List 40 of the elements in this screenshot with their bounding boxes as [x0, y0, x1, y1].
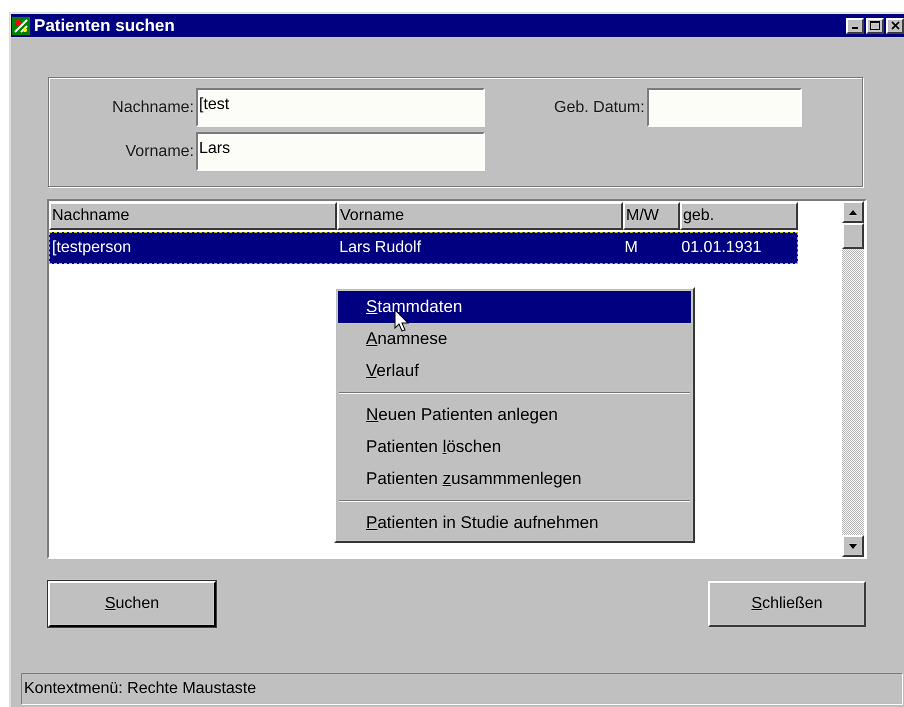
menu-item[interactable]: Anamnese [338, 323, 691, 355]
column-header[interactable]: Nachname [49, 202, 337, 230]
date-field[interactable] [646, 88, 802, 127]
close-button[interactable] [886, 18, 904, 34]
menu-item[interactable]: Patienten zusammmenlegen [338, 463, 691, 495]
menu-item[interactable]: Patienten in Studie aufnehmen [338, 507, 691, 539]
window-title: Patienten suchen [34, 14, 175, 37]
close-icon [890, 21, 900, 30]
column-header[interactable]: M/W [623, 202, 680, 230]
table-cell-text: [testperson [51, 238, 132, 258]
status-text: Kontextmenü: Rechte Maustaste [24, 679, 256, 699]
text-field[interactable]: Lars [196, 132, 485, 171]
vertical-scrollbar[interactable] [842, 201, 864, 557]
minimize-button[interactable] [846, 18, 864, 34]
table-cell-text: 01.01.1931 [680, 238, 762, 258]
table-cell-text: M [623, 238, 639, 258]
text-field[interactable]: [test [196, 88, 485, 127]
down-arrow-icon [849, 544, 857, 548]
app-icon [12, 16, 30, 34]
table-row[interactable]: [testperson Lars Rudolf M 01.01.1931 [49, 232, 798, 264]
dialog-button[interactable]: Schließen [708, 581, 866, 627]
field-value: Lars [199, 140, 230, 157]
up-arrow-icon [849, 210, 857, 214]
menu-item[interactable]: Verlauf [338, 355, 691, 387]
field-label: Geb. Datum: [553, 98, 646, 118]
maximize-icon [870, 21, 880, 30]
column-header[interactable]: Vorname [337, 202, 623, 230]
field-value: [test [199, 96, 230, 113]
menu-item[interactable]: Neuen Patienten anlegen [338, 399, 691, 431]
dialog-button[interactable]: Suchen [48, 581, 216, 627]
scroll-thumb[interactable] [842, 223, 864, 249]
field-label: Vorname: [124, 142, 195, 162]
table-cell-text: Lars Rudolf [338, 238, 422, 258]
maximize-button[interactable] [866, 18, 884, 34]
menu-item[interactable]: Patienten löschen [338, 431, 691, 463]
scroll-down-button[interactable] [842, 535, 864, 557]
menu-item[interactable]: Stammdaten [338, 291, 691, 323]
scroll-up-button[interactable] [842, 201, 864, 223]
field-label: Nachname: [111, 98, 195, 118]
column-header[interactable]: geb. [680, 202, 798, 230]
